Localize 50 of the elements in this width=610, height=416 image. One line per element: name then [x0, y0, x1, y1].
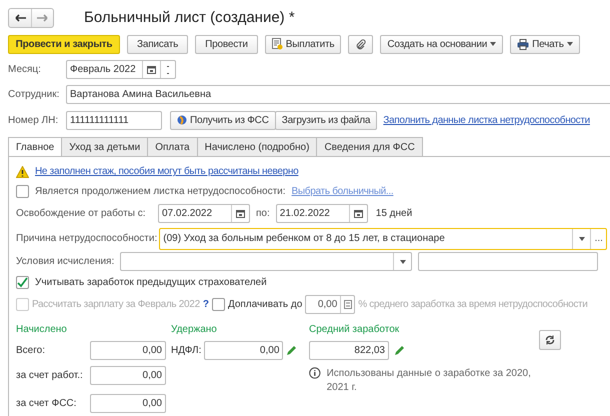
field-label: за счет работ.:: [16, 370, 84, 381]
amount-field[interactable]: 0,00: [90, 340, 166, 360]
warning-link[interactable]: Не заполнен стаж, пособия могут быть рассчитаны неверно: [35, 166, 298, 178]
section-heading: Средний заработок: [309, 324, 400, 336]
amount-field[interactable]: 0,00: [90, 394, 166, 413]
date-from-field[interactable]: 07.02.2022: [158, 204, 250, 224]
days-count: 15 дней: [376, 208, 412, 220]
sick-leave-number-field[interactable]: 111111111111: [66, 110, 162, 130]
pay-button[interactable]: Выплатить: [264, 34, 342, 54]
checkbox-label: Доплачивать до: [228, 298, 302, 310]
date-to-field[interactable]: 21.02.2022: [276, 204, 368, 224]
employee-field[interactable]: Вартанова Амина Васильевна: [66, 85, 610, 104]
field-label: % среднего заработка за время нетрудоспособности: [358, 298, 588, 310]
tab[interactable]: Главное: [8, 137, 62, 157]
field-label: НДФЛ:: [171, 344, 202, 356]
post-and-close-button[interactable]: Провести и закрыть: [8, 34, 120, 54]
load-from-file-button[interactable]: Загрузить из файла: [274, 110, 378, 130]
info-note: Использованы данные о заработке за 2020, 2021 г.: [326, 367, 532, 396]
create-based-on-button[interactable]: Создать на основании: [380, 34, 504, 54]
field-label: Всего:: [16, 344, 46, 356]
get-from-fss-button[interactable]: Получить из ФСС: [170, 110, 276, 130]
field-label: Номер ЛН:: [8, 114, 60, 126]
checkbox-label: Рассчитать зарплату за Февраль 2022: [32, 298, 200, 310]
amount-field[interactable]: 822,03: [309, 340, 389, 360]
toolbar-button[interactable]: Записать: [127, 34, 188, 54]
cause-field[interactable]: (09) Уход за больным ребенком от 8 до 15 лет, в стационаре ...: [159, 228, 608, 250]
section-heading: Начислено: [16, 324, 68, 336]
field-label: Освобождение от работы с:: [16, 208, 146, 220]
field-label: Сотрудник:: [8, 89, 60, 100]
toolbar-button[interactable]: Провести: [195, 34, 258, 54]
fill-data-link[interactable]: Заполнить данные листка нетрудоспособности: [383, 114, 590, 126]
tab[interactable]: Начислено (подробно): [196, 137, 318, 157]
section-heading: Удержано: [171, 324, 218, 336]
amount-field[interactable]: 0,00: [90, 366, 166, 385]
select-button[interactable]: ...: [590, 228, 606, 248]
field-label: Условия исчисления:: [16, 256, 114, 268]
print-button[interactable]: Печать: [510, 34, 580, 54]
field-label: за счет ФСС:: [16, 398, 78, 409]
field-label: Месяц:: [8, 64, 42, 76]
tab[interactable]: Оплата: [147, 137, 198, 157]
checkbox-label: Учитывать заработок предыдущих страхователей: [35, 277, 267, 288]
topup-percent-field[interactable]: 0,00: [305, 294, 356, 314]
checkbox-label: Является продолжением листка нетрудоспособности:: [35, 186, 286, 197]
field-label: по:: [256, 208, 270, 220]
tab[interactable]: Сведения для ФСС: [316, 137, 423, 157]
field-label: Причина нетрудоспособности:: [16, 233, 158, 244]
tab[interactable]: Уход за детьми: [61, 137, 148, 157]
window-title: Больничный лист (создание) *: [84, 9, 295, 26]
month-field[interactable]: Февраль 2022: [66, 60, 176, 80]
amount-field[interactable]: 0,00: [204, 340, 284, 360]
